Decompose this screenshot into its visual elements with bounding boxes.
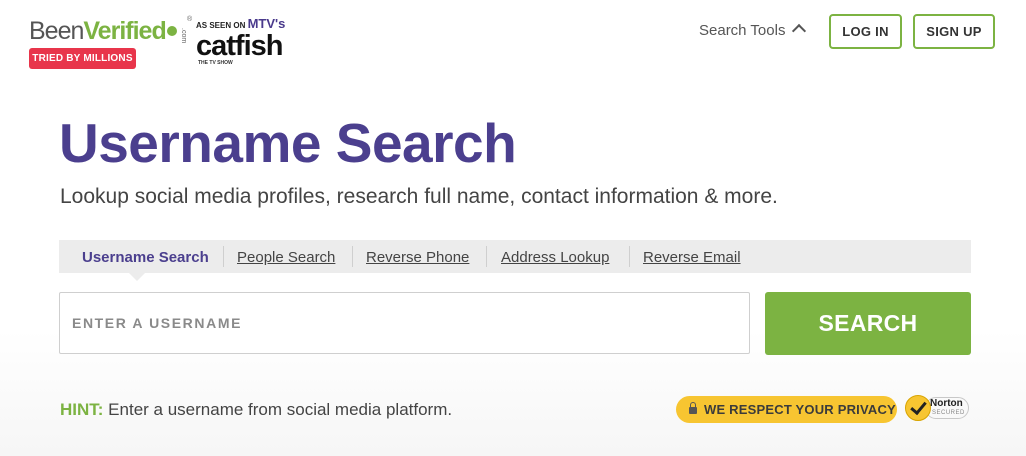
login-button[interactable]: LOG IN [829,14,902,49]
search-tools-label: Search Tools [699,22,786,39]
privacy-label: WE RESPECT YOUR PRIVACY [704,402,896,417]
logo-wordmark: BeenVerified [29,16,197,46]
search-button[interactable]: SEARCH [765,292,971,355]
username-search-input[interactable] [59,292,750,354]
chevron-up-icon [792,23,807,39]
tab-divider [223,246,224,267]
hint-text: Enter a username from social media platf… [103,400,453,419]
as-seen-on-label: AS SEEN ON [196,21,246,30]
logo-com: .com [180,28,187,44]
norton-name: Norton [930,398,963,409]
tab-username-search[interactable]: Username Search [82,240,209,273]
search-tools-menu[interactable]: Search Tools [699,21,807,41]
page-subtitle: Lookup social media profiles, research f… [60,185,778,208]
tab-divider [352,246,353,267]
mtv-label: MTV's [247,16,286,31]
privacy-badge[interactable]: WE RESPECT YOUR PRIVACY [676,396,897,423]
hint-label: HINT: [60,400,104,419]
tried-by-millions-badge: TRIED BY MILLIONS [29,48,136,69]
catfish-wordmark: catfish [196,30,283,62]
beenverified-logo[interactable]: BeenVerified .com ® TRIED BY MILLIONS [29,16,197,69]
norton-secured-badge[interactable]: Norton SECURED [905,394,971,422]
search-hint: HINT: Enter a username from social media… [60,399,452,421]
norton-check-icon [905,395,931,421]
tab-reverse-email[interactable]: Reverse Email [643,240,741,273]
tab-reverse-phone[interactable]: Reverse Phone [366,240,469,273]
signup-button[interactable]: SIGN UP [913,14,995,49]
logo-registered: ® [187,16,193,23]
lock-icon [689,402,697,414]
star-icon [166,26,177,36]
logo-been: Been [29,17,84,45]
logo-verified: Verified [83,17,166,45]
norton-secured: SECURED [932,410,965,416]
tab-divider [486,246,487,267]
search-type-tabs: Username Search People Search Reverse Ph… [59,240,971,281]
tab-divider [629,246,630,267]
catfish-logo: AS SEEN ON MTV's catfish THE TV SHOW [196,16,306,67]
page-title: Username Search [59,112,517,174]
active-tab-pointer [129,273,145,281]
tab-people-search[interactable]: People Search [237,240,335,273]
tab-address-lookup[interactable]: Address Lookup [501,240,609,273]
